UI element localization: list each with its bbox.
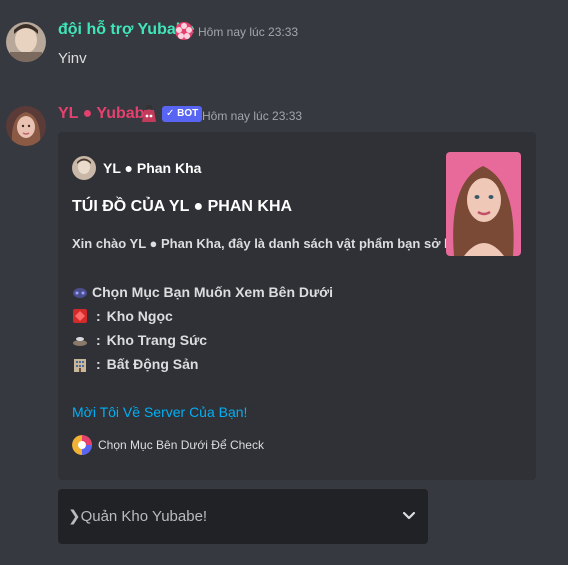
chevron-down-icon[interactable] bbox=[402, 509, 416, 523]
menu-item-label: Kho Trang Sức bbox=[106, 332, 208, 348]
menu-item: : Kho Ngọc bbox=[72, 308, 173, 324]
menu-item-label: Bất Động Sản bbox=[106, 356, 199, 372]
ring-icon bbox=[72, 332, 88, 348]
embed-title: TÚI ĐỒ CỦA YL ● PHAN KHA bbox=[72, 198, 293, 215]
menu-header: Chọn Mục Bạn Muốn Xem Bên Dưới bbox=[72, 284, 333, 300]
potion-badge-icon bbox=[140, 104, 158, 124]
menu-header-label: Chọn Mục Bạn Muốn Xem Bên Dưới bbox=[92, 284, 333, 300]
avatar[interactable] bbox=[6, 22, 46, 62]
menu-item-label: Kho Ngọc bbox=[106, 308, 173, 324]
select-menu[interactable]: ❯Quản Kho Yubabe! bbox=[58, 489, 428, 544]
embed: YL ● Phan Kha TÚI ĐỒ CỦA YL ● PHAN KHA X… bbox=[58, 132, 536, 480]
ruby-icon bbox=[72, 308, 88, 324]
embed-thumbnail[interactable] bbox=[446, 152, 521, 256]
controller-icon bbox=[72, 284, 88, 300]
timestamp: Hôm nay lúc 23:33 bbox=[202, 109, 303, 123]
menu-item: : Kho Trang Sức bbox=[72, 332, 207, 348]
footer-icon bbox=[72, 435, 92, 455]
embed-footer: Chọn Mục Bên Dưới Để Check bbox=[72, 435, 264, 455]
menu-item: : Bất Động Sản bbox=[72, 356, 198, 372]
footer-text: Chọn Mục Bên Dưới Để Check bbox=[98, 438, 264, 452]
timestamp: Hôm nay lúc 23:33 bbox=[198, 25, 299, 39]
embed-description: Xin chào YL ● Phan Kha, đây là danh sách… bbox=[72, 236, 478, 251]
bot-tag: ✓ BOT bbox=[162, 106, 203, 122]
select-placeholder: ❯Quản Kho Yubabe! bbox=[68, 508, 208, 525]
embed-author-name: YL ● Phan Kha bbox=[103, 160, 202, 176]
embed-author-avatar bbox=[72, 156, 96, 180]
message-content: Yinv bbox=[58, 50, 87, 67]
avatar[interactable] bbox=[6, 106, 46, 146]
building-icon bbox=[72, 356, 88, 372]
invite-link[interactable]: Mời Tôi Về Server Của Bạn! bbox=[72, 404, 247, 420]
sakura-badge-icon bbox=[174, 21, 194, 41]
